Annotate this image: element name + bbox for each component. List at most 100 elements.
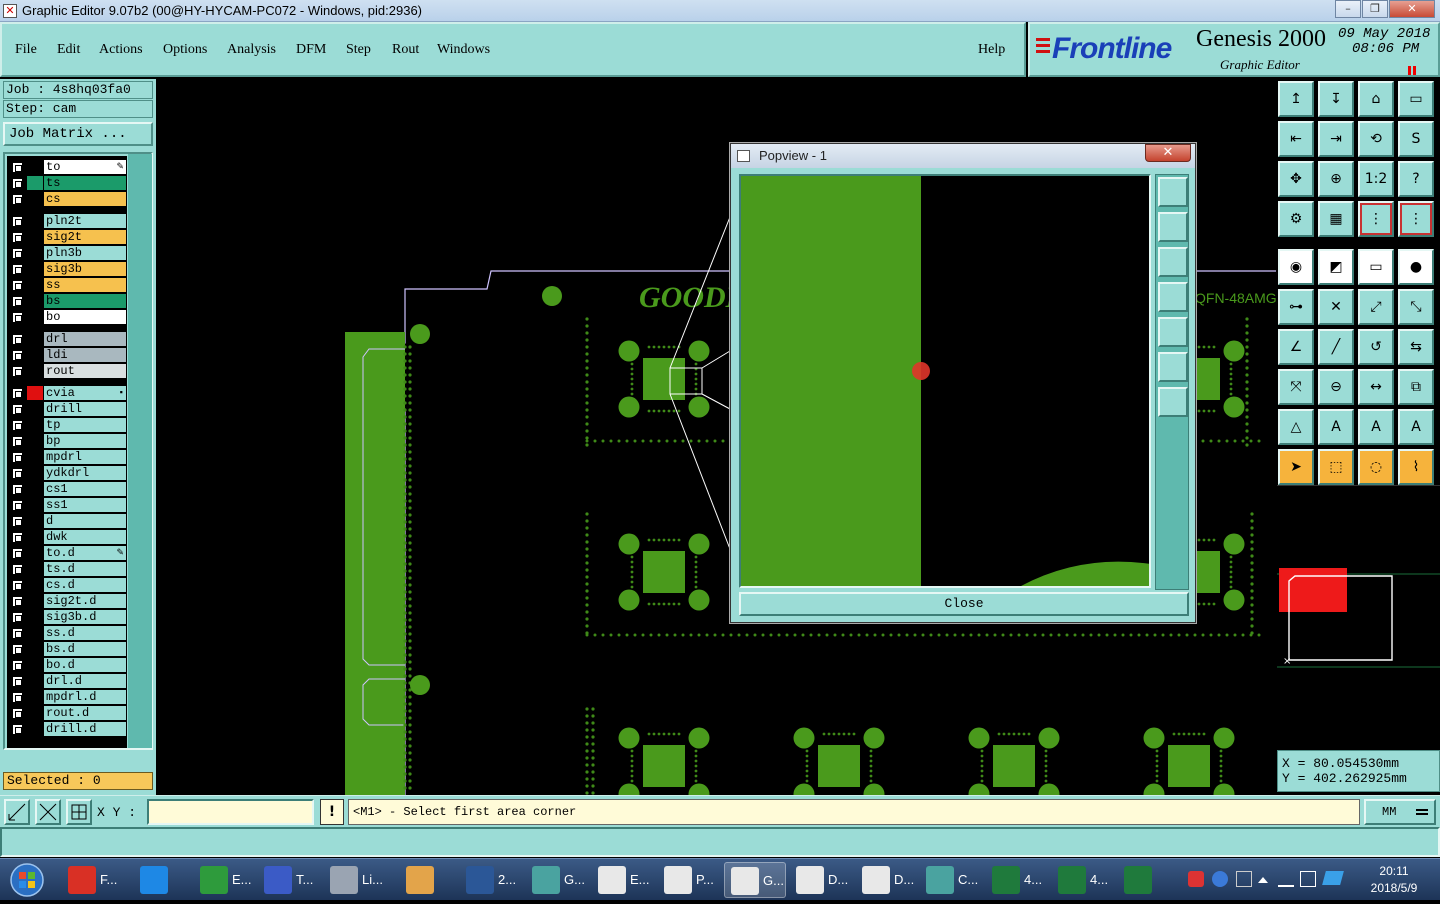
menu-analysis[interactable]: Analysis [227, 42, 276, 58]
tray-input-icon[interactable] [1278, 871, 1294, 887]
layer-name[interactable]: bs [44, 294, 126, 308]
layer-name[interactable]: drill.d [44, 722, 126, 736]
layer-name[interactable]: cvia ▪ [44, 386, 126, 400]
pan-right-icon[interactable]: ⇥ [1318, 121, 1354, 157]
select-feature-icon[interactable]: ◉ [1278, 249, 1314, 285]
tray-flag-icon[interactable] [1322, 871, 1344, 885]
layer-name[interactable]: bo.d [44, 658, 126, 672]
home-icon[interactable]: ⌂ [1358, 81, 1394, 117]
taskbar-app-5[interactable]: Li... [324, 862, 386, 898]
layer-row-bo-d[interactable]: bo.d [7, 658, 127, 672]
pad-icon[interactable]: ● [1398, 249, 1434, 285]
merge-icon[interactable]: ⧉ [1398, 369, 1434, 405]
layer-checkbox[interactable] [12, 366, 23, 377]
layer-checkbox[interactable] [12, 436, 23, 447]
layer-row-ss-d[interactable]: ss.d [7, 626, 127, 640]
layer-row-pln3b[interactable]: pln3b [7, 246, 127, 260]
layer-checkbox[interactable] [12, 692, 23, 703]
layer-name[interactable]: sig2t [44, 230, 126, 244]
layer-row-cs[interactable]: cs [7, 192, 127, 206]
layer-row-tp[interactable]: tp [7, 418, 127, 432]
layer-checkbox[interactable] [12, 264, 23, 275]
layer-checkbox[interactable] [12, 194, 23, 205]
tray-expand-icon[interactable] [1258, 877, 1268, 883]
menu-step[interactable]: Step [346, 42, 371, 58]
layer-checkbox[interactable] [12, 596, 23, 607]
layer-checkbox[interactable] [12, 516, 23, 527]
layer-row-sig3b[interactable]: sig3b [7, 262, 127, 276]
pan-down-icon[interactable]: ↧ [1318, 81, 1354, 117]
layer-name[interactable]: tp [44, 418, 126, 432]
menu-dfm[interactable]: DFM [296, 42, 326, 58]
layer-name[interactable]: ldi [44, 348, 126, 362]
taskbar-app-15[interactable]: 4... [986, 862, 1048, 898]
layer-checkbox[interactable] [12, 532, 23, 543]
layer-row-sig3b-d[interactable]: sig3b.d [7, 610, 127, 624]
anchor-icon[interactable]: A [1398, 409, 1434, 445]
layer-row-drill[interactable]: drill [7, 402, 127, 416]
layer-row-rout-d[interactable]: rout.d [7, 706, 127, 720]
grid-snap-icon[interactable] [66, 799, 92, 825]
menu-rout[interactable]: Rout [392, 42, 419, 58]
menu-windows[interactable]: Windows [437, 42, 490, 58]
layer-checkbox[interactable] [12, 468, 23, 479]
layer-name[interactable]: mpdrl [44, 450, 126, 464]
popview-pan-left-icon[interactable] [1158, 282, 1188, 312]
help-icon[interactable]: ? [1398, 161, 1434, 197]
layer-name[interactable]: drill [44, 402, 126, 416]
connect-icon[interactable]: ⊶ [1278, 289, 1314, 325]
layer-name[interactable]: ss1 [44, 498, 126, 512]
overview-map[interactable]: × [1277, 485, 1440, 747]
popview-canvas[interactable] [739, 174, 1151, 588]
layer-name[interactable]: bo [44, 310, 126, 324]
layer-row-ts-d[interactable]: ts.d [7, 562, 127, 576]
layer-row-drl[interactable]: drl [7, 332, 127, 346]
snap-settings-icon[interactable]: ⚙ [1278, 201, 1314, 237]
layer-row-sig2t[interactable]: sig2t [7, 230, 127, 244]
taskbar-app-7[interactable]: 2... [460, 862, 522, 898]
layer-checkbox[interactable] [12, 580, 23, 591]
layer-row-drl-d[interactable]: drl.d [7, 674, 127, 688]
layer-row-pln2t[interactable]: pln2t [7, 214, 127, 228]
taskbar-app-9[interactable]: E... [592, 862, 654, 898]
popview-zoom-in-icon[interactable] [1158, 352, 1188, 382]
layer-checkbox[interactable] [12, 564, 23, 575]
layer-name[interactable]: pln2t [44, 214, 126, 228]
start-button[interactable] [4, 861, 50, 899]
pause-icon[interactable] [1408, 62, 1418, 75]
job-matrix-button[interactable]: Job Matrix ... [3, 122, 153, 146]
layer-name[interactable]: cs1 [44, 482, 126, 496]
taskbar-app-13[interactable]: D... [856, 862, 918, 898]
popview-pan-down-icon[interactable] [1158, 247, 1188, 277]
tray-antivirus-icon[interactable] [1188, 871, 1204, 887]
layer-name[interactable]: sig3b [44, 262, 126, 276]
layer-name[interactable]: ydkdrl [44, 466, 126, 480]
layer-name[interactable]: to.d ✎ [44, 546, 126, 560]
layer-row-cvia[interactable]: cvia ▪ [7, 386, 127, 400]
layer-checkbox[interactable] [12, 178, 23, 189]
taskbar-app-11[interactable]: G... [724, 862, 786, 898]
taskbar-app-6[interactable] [400, 862, 462, 898]
layer-row-bo[interactable]: bo [7, 310, 127, 324]
tray-help-icon[interactable] [1212, 871, 1228, 887]
layer-name[interactable]: rout [44, 364, 126, 378]
tray-network-icon[interactable] [1300, 871, 1316, 887]
popview-pan-up-icon[interactable] [1158, 212, 1188, 242]
surface-icon[interactable]: △ [1278, 409, 1314, 445]
menu-edit[interactable]: Edit [57, 42, 80, 58]
move-icon[interactable]: ⤢ [1358, 289, 1394, 325]
line-angle-icon[interactable]: ∠ [1278, 329, 1314, 365]
units-selector[interactable]: MM [1364, 799, 1436, 825]
layer-checkbox[interactable] [12, 724, 23, 735]
layer-row-ldi[interactable]: ldi [7, 348, 127, 362]
zoom-area-icon[interactable] [4, 799, 30, 825]
layer-row-ts[interactable]: ts [7, 176, 127, 190]
arc-icon[interactable]: ↺ [1358, 329, 1394, 365]
layer-list-scrollbar[interactable] [128, 154, 152, 748]
split-icon[interactable]: ⊖ [1318, 369, 1354, 405]
delete-icon[interactable]: ✕ [1318, 289, 1354, 325]
menu-options[interactable]: Options [163, 42, 207, 58]
copy-icon[interactable]: ⤡ [1398, 289, 1434, 325]
layer-checkbox[interactable] [12, 162, 23, 173]
taskbar-app-16[interactable]: 4... [1052, 862, 1114, 898]
